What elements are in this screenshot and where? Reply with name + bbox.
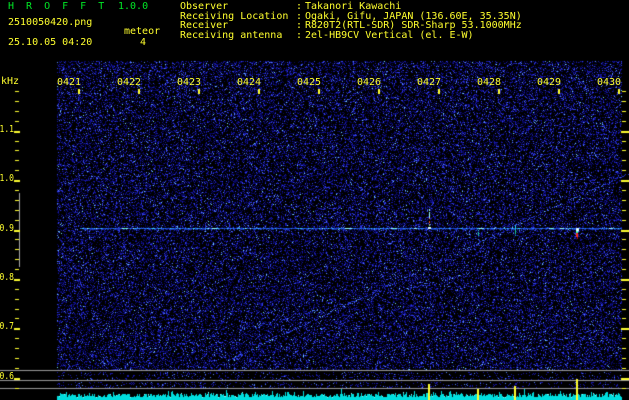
- time-label: 0423: [177, 77, 202, 88]
- time-axis: 0421 0422 0423 0424 0425 0426 0427 0428 0429 0430: [0, 0, 629, 100]
- freq-label: 0.6: [0, 370, 14, 382]
- freq-label: 0.8: [0, 271, 14, 283]
- time-label: 0430: [597, 77, 622, 88]
- freq-label: 0.9: [0, 222, 14, 234]
- time-label: 0428: [477, 77, 502, 88]
- time-label: 0426: [357, 77, 382, 88]
- time-label: 0425: [297, 77, 322, 88]
- freq-label: 1.0: [0, 173, 14, 185]
- freq-label: 1.1: [0, 123, 14, 135]
- time-label: 0422: [117, 77, 142, 88]
- time-label: 0421: [57, 77, 82, 88]
- time-label: 0427: [417, 77, 442, 88]
- time-label: 0424: [237, 77, 262, 88]
- hrofft-screen: H R O F F T 1.0.0 2510050420.png meteor …: [0, 0, 629, 400]
- freq-axis: 1.1 1.0 0.9 0.8 0.7 0.6: [0, 0, 30, 400]
- time-label: 0429: [537, 77, 562, 88]
- freq-label: 0.7: [0, 321, 14, 333]
